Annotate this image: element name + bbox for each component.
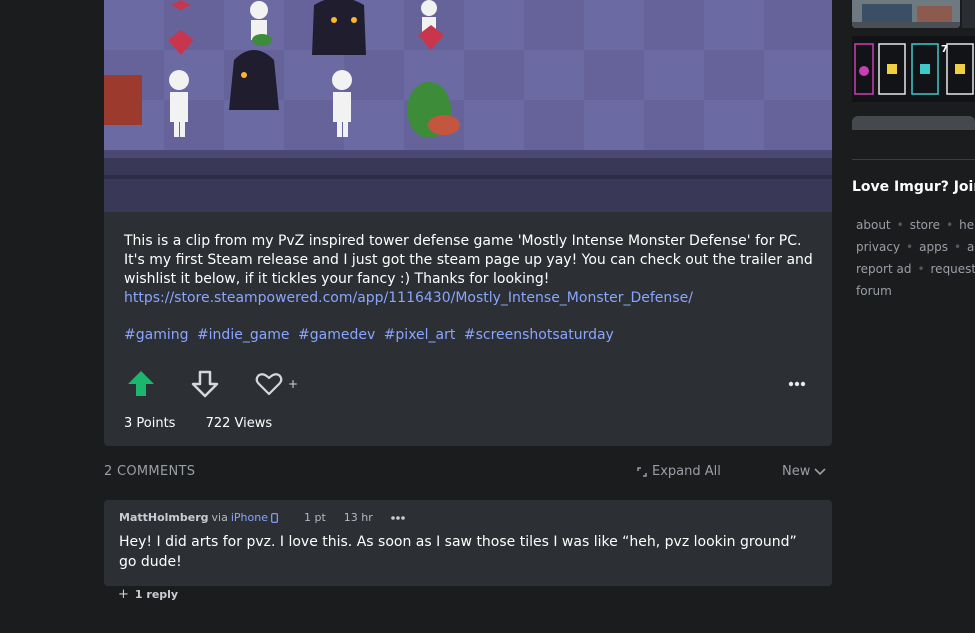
phone-icon — [271, 512, 278, 523]
comments-count: 2 COMMENTS — [104, 464, 196, 479]
post-actions: + — [124, 367, 814, 403]
footer-link-privacy[interactable]: privacy — [856, 240, 900, 254]
points-count: 3 Points — [124, 416, 176, 431]
footer-link-help[interactable]: he — [959, 218, 974, 232]
expand-all-button[interactable]: Expand All — [636, 464, 721, 479]
footer-row-3: report ad • request — [856, 262, 975, 276]
replies-label: 1 reply — [134, 588, 179, 601]
comment-card: MattHolmberg via iPhone 1 pt 13 hr Hey! … — [104, 500, 832, 586]
footer-link-api[interactable]: a — [967, 240, 974, 254]
tag-screenshotsaturday[interactable]: #screenshotsaturday — [464, 327, 614, 343]
post-card: This is a clip from my PvZ inspired towe… — [104, 212, 832, 446]
sidebar-scroll-handle[interactable] — [852, 116, 975, 130]
downvote-button[interactable] — [190, 367, 220, 401]
tag-gamedev[interactable]: #gamedev — [298, 327, 375, 343]
footer-link-store[interactable]: store — [910, 218, 940, 232]
plus-icon: + — [118, 587, 129, 602]
tag-list: #gaming #indie_game #gamedev #pixel_art … — [124, 327, 618, 343]
footer-row-2: privacy • apps • a — [856, 240, 975, 254]
footer-row-4: forum — [856, 284, 892, 298]
heart-icon — [255, 373, 283, 396]
footer-link-apps[interactable]: apps — [919, 240, 948, 254]
footer-link-request[interactable]: request — [931, 262, 975, 276]
post-description: This is a clip from my PvZ inspired towe… — [124, 232, 814, 308]
comment-more-button[interactable] — [390, 511, 405, 524]
related-post-thumbnail-partial[interactable] — [962, 0, 975, 28]
comment-age: 13 hr — [343, 511, 373, 524]
post-media[interactable] — [104, 0, 832, 212]
related-post-thumbnail[interactable] — [852, 0, 960, 28]
views-count: 722 Views — [205, 416, 273, 431]
upvote-button[interactable] — [126, 367, 156, 401]
footer-link-about[interactable]: about — [856, 218, 891, 232]
sort-label: New — [782, 464, 811, 479]
favorite-button[interactable]: + — [254, 367, 298, 401]
show-replies-button[interactable]: + 1 reply — [118, 587, 178, 602]
steam-store-link[interactable]: https://store.steampowered.com/app/11164… — [124, 289, 814, 308]
tag-pixel-art[interactable]: #pixel_art — [384, 327, 456, 343]
expand-all-label: Expand All — [652, 464, 721, 479]
comment-points: 1 pt — [303, 511, 326, 524]
upvote-arrow-icon — [128, 371, 154, 396]
chevron-down-icon — [814, 467, 826, 475]
comment-via: via — [211, 511, 228, 524]
description-text: This is a clip from my PvZ inspired towe… — [124, 233, 813, 287]
more-options-button[interactable] — [788, 367, 806, 401]
footer-link-report-ad[interactable]: report ad — [856, 262, 911, 276]
ellipsis-icon — [390, 516, 405, 520]
comment-username[interactable]: MattHolmberg — [119, 511, 209, 524]
comment-text: Hey! I did arts for pvz. I love this. As… — [119, 534, 797, 570]
sort-dropdown[interactable]: New — [782, 464, 826, 479]
gallery-count-badge: 7 — [941, 44, 948, 55]
favorite-plus: + — [288, 377, 299, 391]
ellipsis-icon — [788, 381, 806, 387]
related-gallery-thumbnail[interactable] — [852, 36, 975, 102]
love-imgur-title: Love Imgur? Join o — [852, 179, 975, 195]
tag-indie-game[interactable]: #indie_game — [197, 327, 290, 343]
sidebar-divider — [852, 159, 975, 160]
tag-gaming[interactable]: #gaming — [124, 327, 188, 343]
post-stats: 3 Points 722 Views — [124, 416, 298, 431]
expand-icon — [637, 466, 647, 477]
footer-row-1: about • store • he — [856, 218, 975, 232]
downvote-arrow-icon — [191, 370, 219, 398]
comment-device: iPhone — [230, 511, 268, 524]
footer-link-forum[interactable]: forum — [856, 284, 892, 298]
comment-header: MattHolmberg via iPhone 1 pt 13 hr — [119, 511, 405, 524]
